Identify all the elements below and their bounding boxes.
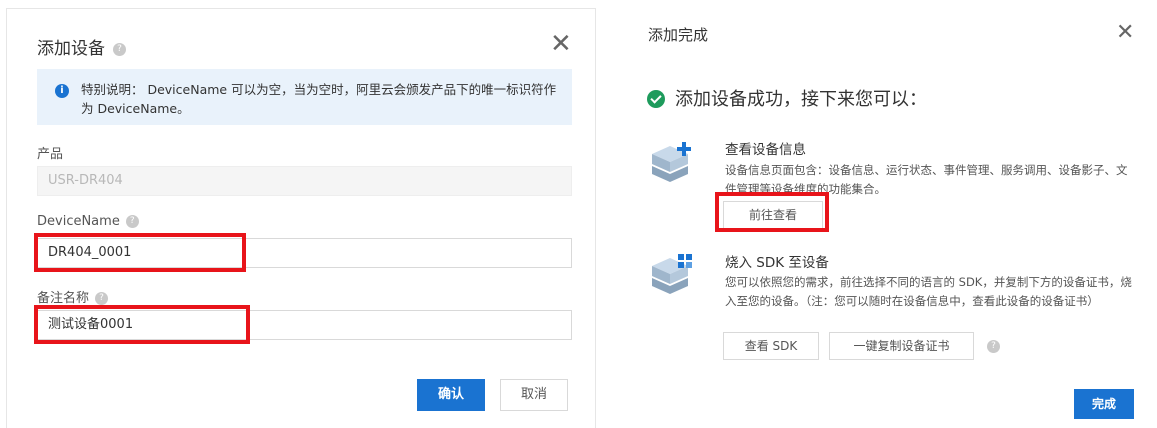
close-icon[interactable]: ✕ [1116,22,1134,44]
close-icon[interactable]: ✕ [550,31,572,57]
dialog-title: 添加完成 [648,26,709,44]
help-icon[interactable]: ? [95,292,109,305]
copy-cert-button[interactable]: 一键复制设备证书 [829,332,974,360]
view-info-title: 查看设备信息 [725,142,806,158]
help-icon[interactable]: ? [987,340,1000,353]
confirm-button[interactable]: 确认 [417,379,485,411]
product-field: USR-DR404 [37,166,572,196]
device-stack-plus-icon [652,142,691,182]
success-text: 添加设备成功，接下来您可以： [675,89,927,110]
add-device-dialog: 添加设备? ✕ i 特别说明： DeviceName 可以为空，当为空时，阿里云… [6,8,596,428]
done-button[interactable]: 完成 [1074,389,1134,419]
remark-label-text: 备注名称 [37,291,90,306]
device-name-label-text: DeviceName [37,214,120,229]
burn-sdk-title: 烧入 SDK 至设备 [725,255,829,271]
view-sdk-button[interactable]: 查看 SDK [723,332,819,360]
burn-sdk-desc: 您可以依照您的需求，前往选择不同的语言的 SDK，并复制下方的设备证书，烧入至您… [725,275,1132,308]
check-circle-icon [647,90,665,108]
remark-label: 备注名称? [37,287,109,306]
info-icon: i [55,84,69,98]
dialog-title-text: 添加设备 [37,39,105,59]
add-complete-dialog: 添加完成 ✕ 添加设备成功，接下来您可以： 查看设备信息 设备信息页面包含：设备… [622,2,1157,428]
help-icon[interactable]: ? [125,215,139,228]
device-stack-grid-icon [652,254,692,294]
help-icon[interactable]: ? [113,42,126,56]
notice-banner: i 特别说明： DeviceName 可以为空，当为空时，阿里云会颁发产品下的唯… [37,69,572,125]
success-message: 添加设备成功，接下来您可以： [647,85,927,111]
product-label: 产品 [37,147,64,162]
cancel-button[interactable]: 取消 [500,379,568,411]
highlight-box [34,305,250,344]
device-name-label: DeviceName? [37,214,139,229]
notice-text: 特别说明： DeviceName 可以为空，当为空时，阿里云会颁发产品下的唯一标… [81,82,557,116]
highlight-box [34,233,246,272]
dialog-title: 添加设备? [37,34,126,59]
highlight-box [715,192,829,232]
